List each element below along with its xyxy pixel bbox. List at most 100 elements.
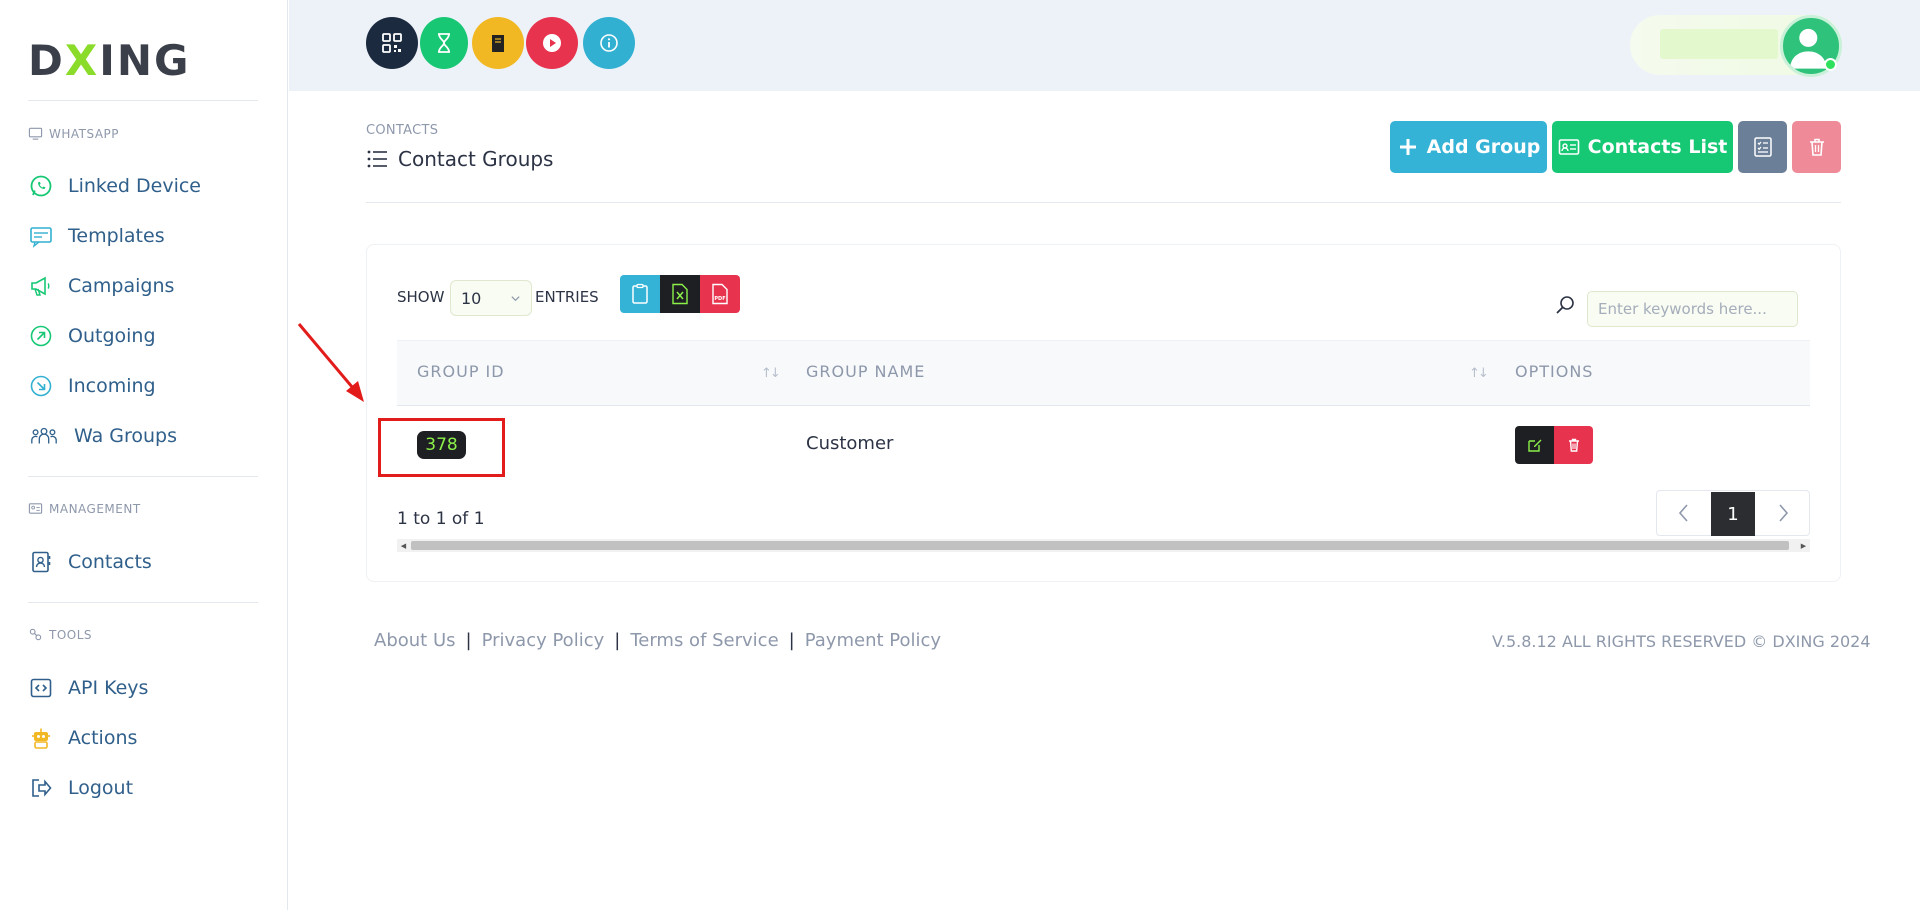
footer-link-about[interactable]: About Us [374,630,456,651]
sidebar-item-actions[interactable]: Actions [28,723,137,753]
people-group-icon [28,423,60,449]
list-icon [367,150,387,168]
sidebar-divider [28,476,258,477]
page-title: Contact Groups [366,147,553,171]
pagination-prev[interactable] [1669,499,1699,527]
table-info: 1 to 1 of 1 [397,509,485,529]
trash-icon [1809,138,1824,156]
play-icon [543,34,561,52]
sidebar-item-label: Campaigns [68,275,175,297]
scrollbar-thumb[interactable] [411,541,1789,550]
footer-separator: | [788,630,795,651]
sidebar-item-label: API Keys [68,677,149,699]
footer-separator: | [465,630,472,651]
search-icon[interactable] [1554,294,1576,316]
section-label: WHATSAPP [49,126,120,141]
pagination-page[interactable]: 1 [1711,492,1755,536]
sort-icon[interactable]: ↑↓ [1469,366,1489,381]
footer-link-privacy[interactable]: Privacy Policy [482,630,605,651]
checklist-button[interactable] [1738,121,1787,173]
code-icon [28,675,54,701]
logo-prefix: D [28,36,65,85]
book-button[interactable] [472,17,524,69]
id-card-icon [28,503,43,514]
section-management: MANAGEMENT [28,501,141,516]
annotation-highlight-box [378,418,505,477]
online-status-dot [1824,58,1837,71]
sidebar-item-label: Contacts [68,551,152,573]
sidebar-item-outgoing[interactable]: Outgoing [28,321,156,351]
pdf-file-icon: PDF [712,283,728,305]
excel-file-icon [672,283,688,305]
delete-all-button[interactable] [1792,121,1841,173]
sidebar-item-label: Linked Device [68,175,201,197]
edit-button[interactable] [1515,426,1554,464]
header-divider [366,202,1841,203]
info-icon [600,34,618,52]
delete-button[interactable] [1554,426,1593,464]
pdf-export-button[interactable]: PDF [700,275,740,313]
logo-suffix: ING [99,36,191,85]
whatsapp-icon [28,173,54,199]
monitor-icon [28,127,43,140]
hourglass-icon [438,33,450,53]
sidebar-item-campaigns[interactable]: Campaigns [28,271,174,301]
arrow-up-right-circle-icon [28,323,54,349]
scroll-right-arrow[interactable]: ▶ [1797,539,1810,552]
arrow-down-right-circle-icon [28,373,54,399]
breadcrumb: CONTACTS [366,123,439,138]
logo-x: X [64,36,100,85]
page-title-text: Contact Groups [398,147,554,171]
sidebar-item-label: Incoming [68,375,156,397]
scroll-left-arrow[interactable]: ◀ [397,539,410,552]
sidebar-item-templates[interactable]: Templates [28,221,165,251]
chevron-down-icon [511,295,520,301]
megaphone-icon [28,273,54,299]
excel-export-button[interactable] [660,275,700,313]
pagination-next[interactable] [1768,499,1798,527]
entries-label: ENTRIES [535,288,599,306]
sidebar-item-logout[interactable]: Logout [28,773,133,803]
trash-icon [1568,438,1579,452]
annotation-arrow [297,323,364,402]
sidebar-item-api-keys[interactable]: API Keys [28,673,148,703]
book-icon [492,35,504,52]
play-button[interactable] [526,17,578,69]
add-group-button[interactable]: Add Group [1390,121,1547,173]
hourglass-button[interactable] [420,17,468,69]
column-group-id[interactable]: GROUP ID [417,362,505,381]
footer-link-terms[interactable]: Terms of Service [630,630,778,651]
qr-code-button[interactable] [366,17,418,69]
sort-icon[interactable]: ↑↓ [761,366,781,381]
chevron-left-icon [1678,504,1688,522]
page-size-value: 10 [461,288,482,308]
section-label: TOOLS [49,627,93,642]
logout-icon [28,775,54,801]
column-group-name[interactable]: GROUP NAME [806,362,925,381]
sidebar-item-linked-device[interactable]: Linked Device [28,171,201,201]
copyright-text: V.5.8.12 ALL RIGHTS RESERVED © DXING 202… [1492,632,1871,651]
column-options: OPTIONS [1515,362,1594,381]
id-card-icon [1558,139,1579,155]
footer-link-payment[interactable]: Payment Policy [805,630,941,651]
contacts-list-label: Contacts List [1587,136,1728,158]
checklist-icon [1753,137,1772,157]
sidebar-item-label: Templates [68,225,165,247]
add-group-label: Add Group [1426,136,1541,158]
footer-separator: | [614,630,621,651]
tools-icon [29,628,42,641]
table-header [397,340,1810,406]
robot-icon [28,725,54,751]
page-size-select[interactable]: 10 [450,280,532,316]
search-input[interactable] [1587,291,1798,327]
info-button[interactable] [583,17,635,69]
sidebar-item-contacts[interactable]: Contacts [28,547,152,577]
contacts-list-button[interactable]: Contacts List [1552,121,1733,173]
sidebar-item-wa-groups[interactable]: Wa Groups [28,421,177,451]
group-name-cell: Customer [806,433,894,454]
edit-icon [1527,439,1541,452]
sidebar-item-incoming[interactable]: Incoming [28,371,156,401]
brand-logo[interactable]: DXING [28,36,191,85]
sidebar-item-label: Wa Groups [74,425,177,447]
copy-export-button[interactable] [620,275,660,313]
